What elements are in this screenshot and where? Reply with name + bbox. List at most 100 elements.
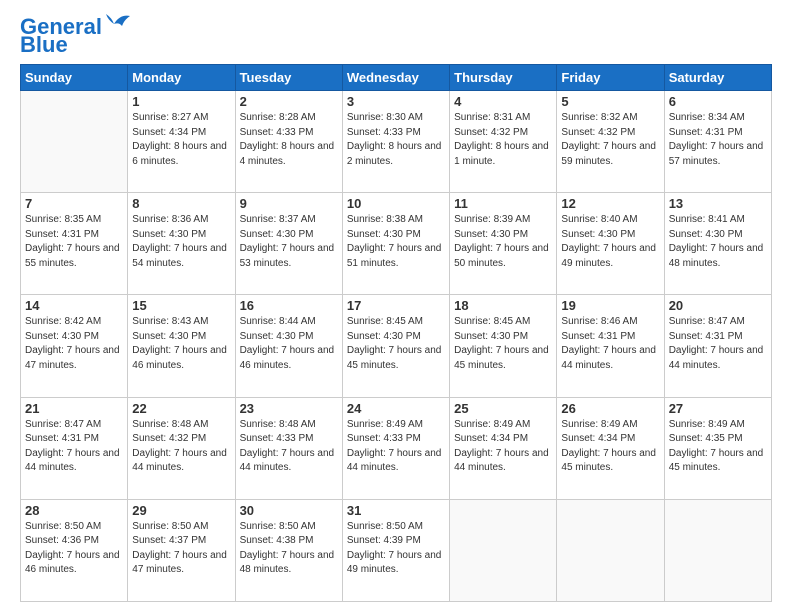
calendar-cell	[557, 499, 664, 601]
cell-details: Sunrise: 8:45 AMSunset: 4:30 PMDaylight:…	[454, 315, 552, 373]
calendar-cell: 28 Sunrise: 8:50 AMSunset: 4:36 PMDayligh…	[21, 499, 128, 601]
calendar-cell	[21, 91, 128, 193]
calendar-cell: 4Sunrise: 8:31 AMSunset: 4:32 PMDaylight…	[450, 91, 557, 193]
logo-blue: Blue	[20, 34, 68, 56]
day-number: 28	[25, 503, 123, 518]
cell-details: Sunrise: 8:46 AMSunset: 4:31 PMDaylight:…	[561, 315, 659, 373]
calendar-cell: 8 Sunrise: 8:36 AMSunset: 4:30 PMDaylight…	[128, 193, 235, 295]
day-number: 24	[347, 401, 445, 416]
calendar-cell: 24 Sunrise: 8:49 AMSunset: 4:33 PMDayligh…	[342, 397, 449, 499]
cell-details: Sunrise: 8:50 AMSunset: 4:38 PMDaylight:…	[240, 520, 338, 578]
col-header-wednesday: Wednesday	[342, 65, 449, 91]
week-row-1: 7 Sunrise: 8:35 AMSunset: 4:31 PMDaylight…	[21, 193, 772, 295]
cell-details: Sunrise: 8:31 AMSunset: 4:32 PMDaylight:…	[454, 111, 552, 169]
calendar-cell: 10Sunrise: 8:38 AMSunset: 4:30 PMDayligh…	[342, 193, 449, 295]
cell-details: Sunrise: 8:47 AMSunset: 4:31 PMDaylight:…	[25, 418, 123, 476]
calendar-cell: 7 Sunrise: 8:35 AMSunset: 4:31 PMDaylight…	[21, 193, 128, 295]
cell-details: Sunrise: 8:50 AMSunset: 4:39 PMDaylight:…	[347, 520, 445, 578]
day-number: 16	[240, 298, 338, 313]
cell-details: Sunrise: 8:28 AMSunset: 4:33 PMDaylight:…	[240, 111, 338, 169]
day-number: 7	[25, 196, 123, 211]
day-number: 14	[25, 298, 123, 313]
day-number: 22	[132, 401, 230, 416]
week-row-3: 21 Sunrise: 8:47 AMSunset: 4:31 PMDayligh…	[21, 397, 772, 499]
calendar-cell: 1Sunrise: 8:27 AMSunset: 4:34 PMDaylight…	[128, 91, 235, 193]
calendar-cell: 25 Sunrise: 8:49 AMSunset: 4:34 PMDayligh…	[450, 397, 557, 499]
calendar-cell: 11Sunrise: 8:39 AMSunset: 4:30 PMDayligh…	[450, 193, 557, 295]
calendar-cell: 26 Sunrise: 8:49 AMSunset: 4:34 PMDayligh…	[557, 397, 664, 499]
day-number: 12	[561, 196, 659, 211]
day-number: 9	[240, 196, 338, 211]
cell-details: Sunrise: 8:49 AMSunset: 4:34 PMDaylight:…	[561, 418, 659, 476]
day-number: 21	[25, 401, 123, 416]
day-number: 25	[454, 401, 552, 416]
page: General Blue SundayMondayTuesdayWednesda…	[0, 0, 792, 612]
cell-details: Sunrise: 8:49 AMSunset: 4:34 PMDaylight:…	[454, 418, 552, 476]
calendar-cell: 9 Sunrise: 8:37 AMSunset: 4:30 PMDaylight…	[235, 193, 342, 295]
cell-details: Sunrise: 8:30 AMSunset: 4:33 PMDaylight:…	[347, 111, 445, 169]
day-number: 26	[561, 401, 659, 416]
cell-details: Sunrise: 8:35 AMSunset: 4:31 PMDaylight:…	[25, 213, 123, 271]
day-number: 2	[240, 94, 338, 109]
col-header-tuesday: Tuesday	[235, 65, 342, 91]
calendar-cell: 5Sunrise: 8:32 AMSunset: 4:32 PMDaylight…	[557, 91, 664, 193]
calendar-header-row: SundayMondayTuesdayWednesdayThursdayFrid…	[21, 65, 772, 91]
day-number: 15	[132, 298, 230, 313]
day-number: 1	[132, 94, 230, 109]
cell-details: Sunrise: 8:32 AMSunset: 4:32 PMDaylight:…	[561, 111, 659, 169]
calendar-cell: 31Sunrise: 8:50 AMSunset: 4:39 PMDayligh…	[342, 499, 449, 601]
cell-details: Sunrise: 8:36 AMSunset: 4:30 PMDaylight:…	[132, 213, 230, 271]
calendar-cell: 17 Sunrise: 8:45 AMSunset: 4:30 PMDayligh…	[342, 295, 449, 397]
cell-details: Sunrise: 8:44 AMSunset: 4:30 PMDaylight:…	[240, 315, 338, 373]
cell-details: Sunrise: 8:48 AMSunset: 4:32 PMDaylight:…	[132, 418, 230, 476]
day-number: 11	[454, 196, 552, 211]
header: General Blue	[20, 16, 772, 56]
cell-details: Sunrise: 8:41 AMSunset: 4:30 PMDaylight:…	[669, 213, 767, 271]
week-row-0: 1Sunrise: 8:27 AMSunset: 4:34 PMDaylight…	[21, 91, 772, 193]
cell-details: Sunrise: 8:49 AMSunset: 4:35 PMDaylight:…	[669, 418, 767, 476]
calendar-cell: 6Sunrise: 8:34 AMSunset: 4:31 PMDaylight…	[664, 91, 771, 193]
calendar-cell: 2 Sunrise: 8:28 AMSunset: 4:33 PMDaylight…	[235, 91, 342, 193]
calendar-table: SundayMondayTuesdayWednesdayThursdayFrid…	[20, 64, 772, 602]
day-number: 13	[669, 196, 767, 211]
cell-details: Sunrise: 8:49 AMSunset: 4:33 PMDaylight:…	[347, 418, 445, 476]
day-number: 17	[347, 298, 445, 313]
day-number: 20	[669, 298, 767, 313]
cell-details: Sunrise: 8:50 AMSunset: 4:37 PMDaylight:…	[132, 520, 230, 578]
cell-details: Sunrise: 8:37 AMSunset: 4:30 PMDaylight:…	[240, 213, 338, 271]
day-number: 19	[561, 298, 659, 313]
col-header-thursday: Thursday	[450, 65, 557, 91]
calendar-cell: 27 Sunrise: 8:49 AMSunset: 4:35 PMDayligh…	[664, 397, 771, 499]
calendar-cell: 18 Sunrise: 8:45 AMSunset: 4:30 PMDayligh…	[450, 295, 557, 397]
calendar-cell: 22 Sunrise: 8:48 AMSunset: 4:32 PMDayligh…	[128, 397, 235, 499]
calendar-cell: 29 Sunrise: 8:50 AMSunset: 4:37 PMDayligh…	[128, 499, 235, 601]
calendar-cell: 13 Sunrise: 8:41 AMSunset: 4:30 PMDayligh…	[664, 193, 771, 295]
logo: General Blue	[20, 16, 132, 56]
calendar-cell: 20 Sunrise: 8:47 AMSunset: 4:31 PMDayligh…	[664, 295, 771, 397]
day-number: 30	[240, 503, 338, 518]
calendar-cell: 19 Sunrise: 8:46 AMSunset: 4:31 PMDayligh…	[557, 295, 664, 397]
day-number: 8	[132, 196, 230, 211]
calendar-cell: 21 Sunrise: 8:47 AMSunset: 4:31 PMDayligh…	[21, 397, 128, 499]
cell-details: Sunrise: 8:45 AMSunset: 4:30 PMDaylight:…	[347, 315, 445, 373]
day-number: 18	[454, 298, 552, 313]
day-number: 27	[669, 401, 767, 416]
calendar-cell: 3 Sunrise: 8:30 AMSunset: 4:33 PMDaylight…	[342, 91, 449, 193]
cell-details: Sunrise: 8:43 AMSunset: 4:30 PMDaylight:…	[132, 315, 230, 373]
col-header-sunday: Sunday	[21, 65, 128, 91]
day-number: 29	[132, 503, 230, 518]
cell-details: Sunrise: 8:48 AMSunset: 4:33 PMDaylight:…	[240, 418, 338, 476]
week-row-4: 28 Sunrise: 8:50 AMSunset: 4:36 PMDayligh…	[21, 499, 772, 601]
col-header-friday: Friday	[557, 65, 664, 91]
cell-details: Sunrise: 8:47 AMSunset: 4:31 PMDaylight:…	[669, 315, 767, 373]
calendar-cell: 23 Sunrise: 8:48 AMSunset: 4:33 PMDayligh…	[235, 397, 342, 499]
day-number: 3	[347, 94, 445, 109]
cell-details: Sunrise: 8:38 AMSunset: 4:30 PMDaylight:…	[347, 213, 445, 271]
day-number: 23	[240, 401, 338, 416]
calendar-cell: 30 Sunrise: 8:50 AMSunset: 4:38 PMDayligh…	[235, 499, 342, 601]
col-header-monday: Monday	[128, 65, 235, 91]
day-number: 6	[669, 94, 767, 109]
cell-details: Sunrise: 8:50 AMSunset: 4:36 PMDaylight:…	[25, 520, 123, 578]
cell-details: Sunrise: 8:40 AMSunset: 4:30 PMDaylight:…	[561, 213, 659, 271]
calendar-cell: 15 Sunrise: 8:43 AMSunset: 4:30 PMDayligh…	[128, 295, 235, 397]
